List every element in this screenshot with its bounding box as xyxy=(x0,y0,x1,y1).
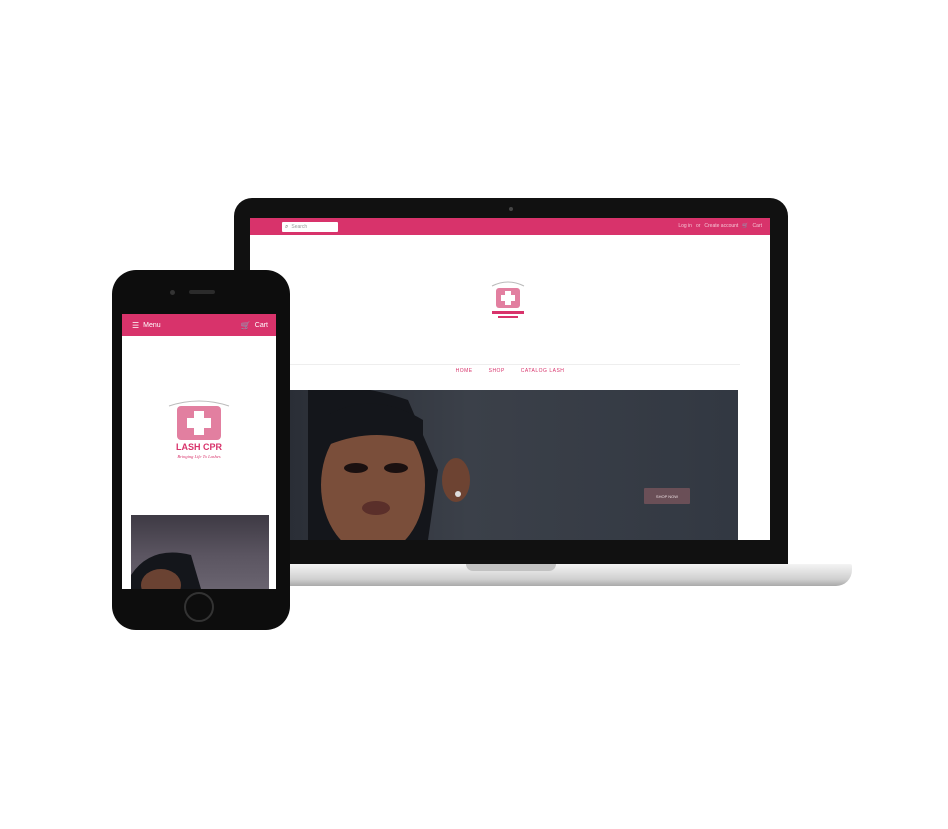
mobile-model-photo xyxy=(131,552,201,589)
laptop-camera xyxy=(509,207,513,211)
laptop-screen: ⌕ Search Log in or Create account 🛒 Cart… xyxy=(250,218,770,540)
hamburger-icon: ☰ xyxy=(132,320,140,330)
desktop-account-links: Log in or Create account 🛒 Cart xyxy=(678,223,762,229)
nav-home[interactable]: HOME xyxy=(456,368,473,374)
mobile-cart-button[interactable]: 🛒 Cart xyxy=(241,321,268,330)
cart-icon[interactable]: 🛒 xyxy=(742,223,748,229)
mobile-cart-label: Cart xyxy=(254,321,268,329)
search-icon: ⌕ xyxy=(285,223,289,230)
desktop-nav: HOME SHOP CATALOG LASH xyxy=(250,368,770,374)
desktop-topbar: ⌕ Search Log in or Create account 🛒 Cart xyxy=(250,218,770,235)
phone-speaker xyxy=(189,290,215,294)
hero-shop-button[interactable]: SHOP NOW xyxy=(644,488,690,504)
phone-camera xyxy=(170,290,175,295)
desktop-hero-banner: SHOP NOW xyxy=(288,390,738,540)
desktop-search-input[interactable]: ⌕ Search xyxy=(282,222,338,232)
login-link[interactable]: Log in xyxy=(678,223,692,229)
create-account-link[interactable]: Create account xyxy=(704,223,738,229)
account-or-text: or xyxy=(695,223,701,229)
desktop-cart-link[interactable]: Cart xyxy=(753,223,762,229)
mobile-menu-button[interactable]: ☰ Menu xyxy=(132,321,161,330)
search-placeholder: Search xyxy=(291,224,308,230)
brand-tagline: Bringing Life To Lashes xyxy=(177,454,220,459)
desktop-brand-logo[interactable] xyxy=(484,276,532,324)
phone-screen: ☰ Menu 🛒 Cart LASH CPR Bringing Life To … xyxy=(122,314,276,589)
phone-home-button[interactable] xyxy=(184,592,214,622)
hero-model-photo xyxy=(308,390,470,540)
mobile-topbar: ☰ Menu 🛒 Cart xyxy=(122,314,276,336)
nav-catalog[interactable]: CATALOG LASH xyxy=(521,368,565,374)
cart-icon: 🛒 xyxy=(240,320,251,330)
nav-divider xyxy=(280,364,740,365)
mobile-brand-logo[interactable]: LASH CPR Bringing Life To Lashes xyxy=(165,394,233,462)
mobile-hero-image xyxy=(131,515,269,589)
brand-name: LASH CPR xyxy=(176,442,223,452)
mobile-menu-label: Menu xyxy=(143,321,161,329)
nav-shop[interactable]: SHOP xyxy=(489,368,505,374)
laptop-notch xyxy=(466,564,556,571)
